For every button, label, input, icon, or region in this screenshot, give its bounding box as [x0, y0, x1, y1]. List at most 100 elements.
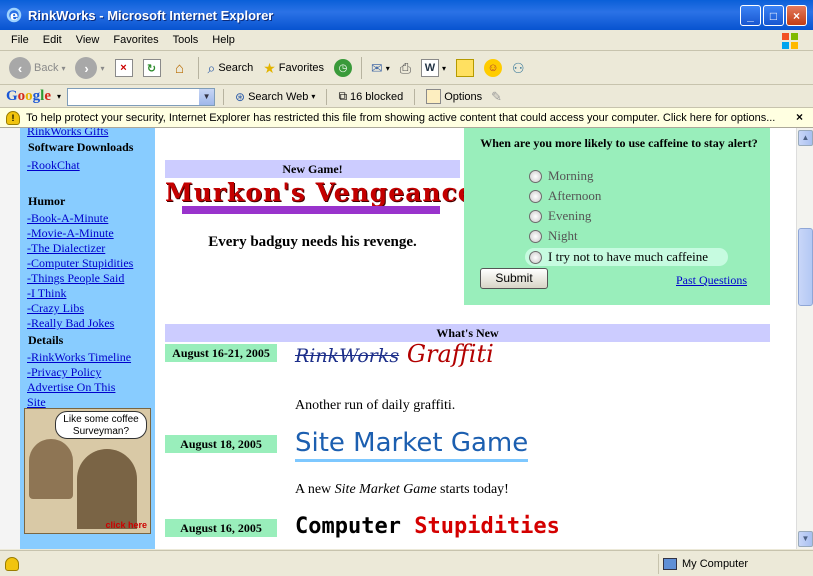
internet-explorer-icon: e: [6, 7, 22, 23]
home-icon: ⌂: [174, 59, 185, 77]
messenger-button[interactable]: ☺: [481, 57, 505, 79]
chevron-down-icon: ▾: [61, 63, 66, 73]
options-button[interactable]: Options: [423, 87, 485, 106]
toolbar-separator: [414, 88, 416, 105]
sidebar-link-things-people-said[interactable]: -Things People Said: [27, 271, 124, 286]
print-button[interactable]: ⎙: [397, 58, 414, 79]
chevron-down-icon: ▾: [311, 92, 316, 101]
window-title: RinkWorks - Microsoft Internet Explorer: [28, 7, 274, 23]
zone-label: My Computer: [682, 558, 749, 570]
menu-file[interactable]: File: [4, 34, 36, 46]
news-date: August 18, 2005: [165, 435, 277, 453]
stop-button[interactable]: ×: [112, 57, 136, 79]
sidebar-link-rinkworks-gifts[interactable]: RinkWorks Gifts: [27, 128, 108, 139]
sidebar-link-privacy-policy[interactable]: -Privacy Policy: [27, 365, 101, 380]
back-button[interactable]: ‹ Back ▾: [6, 55, 68, 81]
ad-click-here[interactable]: click here: [105, 520, 147, 530]
ad-woman-figure: [29, 439, 73, 499]
page-content: RinkWorks Gifts Software Downloads -Rook…: [0, 128, 813, 549]
google-search-input[interactable]: ▼: [67, 87, 216, 106]
poll-option-evening[interactable]: Evening: [529, 208, 591, 224]
menu-tools[interactable]: Tools: [166, 34, 206, 46]
blocked-count: 16 blocked: [350, 90, 404, 103]
google-logo[interactable]: Google: [6, 88, 51, 105]
past-questions-link[interactable]: Past Questions: [676, 273, 747, 288]
infobar-text: To help protect your security, Internet …: [26, 111, 776, 124]
refresh-button[interactable]: ↻: [140, 57, 164, 79]
menu-favorites[interactable]: Favorites: [106, 34, 165, 46]
sidebar-link-really-bad-jokes[interactable]: -Really Bad Jokes: [27, 316, 114, 331]
favorites-button[interactable]: ★ Favorites: [260, 58, 327, 79]
search-button[interactable]: ⌕ Search: [205, 58, 257, 79]
history-button[interactable]: ◷: [331, 57, 355, 79]
poll-question: When are you more likely to use caffeine…: [480, 136, 758, 150]
sidebar-link-movie-a-minute[interactable]: -Movie-A-Minute: [27, 226, 114, 241]
sidebar-link-i-think[interactable]: -I Think: [27, 286, 66, 301]
security-zone: My Computer: [658, 554, 748, 574]
scroll-up-icon[interactable]: ▲: [798, 130, 813, 146]
news-description: A new Site Market Game starts today!: [295, 482, 509, 497]
toolbar-separator: [326, 88, 328, 105]
infobar-close-icon[interactable]: ×: [796, 110, 803, 124]
sidebar-link-advertise[interactable]: Advertise On This: [27, 380, 115, 395]
scroll-down-icon[interactable]: ▼: [798, 531, 813, 547]
search-web-button[interactable]: ⊛ Search Web ▾: [232, 88, 318, 106]
sidebar-link-crazy-libs[interactable]: -Crazy Libs: [27, 301, 84, 316]
home-button[interactable]: ⌂: [168, 57, 192, 79]
popup-blocker-button[interactable]: ⧉ 16 blocked: [335, 87, 406, 106]
chevron-down-icon[interactable]: ▼: [199, 88, 215, 105]
radio-button[interactable]: [529, 209, 542, 223]
sidebar-heading-software: Software Downloads: [28, 140, 134, 154]
popup-blocked-icon: ⧉: [338, 89, 348, 103]
scroll-thumb[interactable]: [798, 228, 813, 306]
computer-stupidities-logo[interactable]: Computer Stupidities: [295, 514, 560, 539]
poll-option-afternoon[interactable]: Afternoon: [529, 188, 601, 204]
chevron-down-icon[interactable]: ▾: [57, 92, 61, 101]
new-game-tagline: Every badguy needs his revenge.: [208, 234, 417, 250]
toolbar-separator: [361, 57, 363, 79]
menu-edit[interactable]: Edit: [36, 34, 69, 46]
sidebar-link-computer-stupidities[interactable]: -Computer Stupidities: [27, 256, 133, 271]
coffee-ad-banner[interactable]: Like some coffee Surveyman? click here: [24, 408, 151, 534]
radio-button[interactable]: [529, 169, 542, 183]
standard-toolbar: ‹ Back ▾ › ▾ × ↻ ⌂ ⌕ Search ★ Favorites …: [0, 52, 813, 85]
ad-man-figure: [77, 449, 137, 529]
mail-button[interactable]: ✉ ▾: [368, 58, 393, 79]
site-market-game-logo[interactable]: Site Market Game: [295, 428, 529, 462]
edit-button[interactable]: W ▾: [418, 57, 449, 79]
poll-submit-button[interactable]: Submit: [480, 268, 548, 289]
vertical-scrollbar[interactable]: ▲ ▼: [796, 128, 813, 549]
sidebar: RinkWorks Gifts Software Downloads -Rook…: [20, 128, 155, 549]
smiley-icon: ☺: [483, 59, 502, 77]
security-infobar[interactable]: ! To help protect your security, Interne…: [0, 108, 813, 128]
svg-text:e: e: [10, 9, 18, 23]
poll-option-no-caffeine[interactable]: I try not to have much caffeine: [525, 248, 729, 266]
forward-button[interactable]: › ▾: [72, 55, 107, 81]
research-button[interactable]: ⚇: [509, 58, 528, 79]
graffiti-logo[interactable]: RinkWorks Graffiti: [295, 340, 494, 368]
pencil-icon[interactable]: ✎: [491, 89, 502, 105]
radio-button[interactable]: [529, 229, 542, 243]
close-button[interactable]: ×: [786, 5, 807, 26]
maximize-button[interactable]: □: [763, 5, 784, 26]
title-bar: e RinkWorks - Microsoft Internet Explore…: [0, 0, 813, 30]
toolbar-separator: [197, 57, 199, 79]
chevron-down-icon: ▾: [441, 63, 446, 73]
poll-option-night[interactable]: Night: [529, 228, 578, 244]
back-label: Back: [34, 62, 59, 74]
people-icon: ⚇: [511, 59, 525, 76]
caffeine-poll: When are you more likely to use caffeine…: [464, 128, 770, 305]
sidebar-link-book-a-minute[interactable]: -Book-A-Minute: [27, 211, 108, 226]
poll-option-morning[interactable]: Morning: [529, 168, 594, 184]
sidebar-link-dialectizer[interactable]: -The Dialectizer: [27, 241, 105, 256]
menu-view[interactable]: View: [69, 34, 107, 46]
radio-button[interactable]: [529, 189, 542, 203]
radio-button[interactable]: [529, 250, 542, 264]
minimize-button[interactable]: _: [740, 5, 761, 26]
new-game-header: New Game!: [165, 160, 460, 178]
sidebar-link-rookchat[interactable]: -RookChat: [27, 158, 80, 173]
menu-help[interactable]: Help: [205, 34, 242, 46]
sidebar-link-timeline[interactable]: -RinkWorks Timeline: [27, 350, 131, 365]
discuss-button[interactable]: [453, 57, 477, 79]
search-icon: ⌕: [207, 59, 216, 76]
